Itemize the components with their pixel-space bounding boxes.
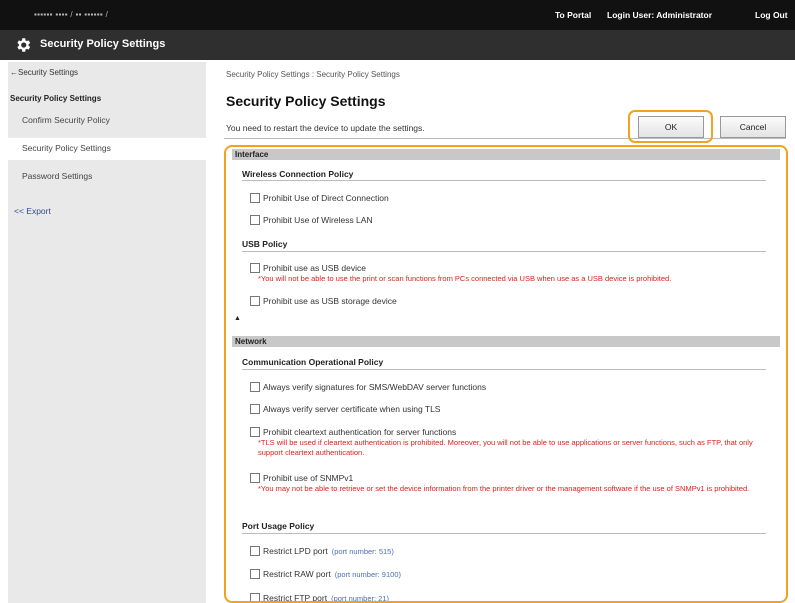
option-restrict-lpd-port[interactable]: Restrict LPD port (port number: 515)	[250, 545, 394, 557]
cancel-button[interactable]: Cancel	[720, 116, 786, 138]
export-link[interactable]: << Export	[14, 206, 51, 216]
divider	[242, 251, 766, 252]
option-prohibit-direct-connection[interactable]: Prohibit Use of Direct Connection	[250, 192, 389, 204]
option-label: Restrict LPD port	[263, 546, 328, 556]
sidebar-item-confirm-security-policy[interactable]: Confirm Security Policy	[8, 110, 206, 132]
lpd-port-number: (port number: 515)	[331, 546, 394, 556]
usb-policy-title: USB Policy	[242, 239, 288, 249]
checkbox[interactable]	[250, 593, 260, 601]
page-title: Security Policy Settings	[226, 93, 386, 109]
communication-policy-title: Communication Operational Policy	[242, 357, 384, 367]
checkbox[interactable]	[250, 404, 260, 414]
section-header-interface: Interface	[232, 149, 780, 160]
option-label: Restrict FTP port	[263, 593, 328, 603]
raw-port-number: (port number: 9100)	[334, 569, 401, 579]
title-bar: Security Policy Settings	[0, 30, 795, 60]
checkbox[interactable]	[250, 215, 260, 225]
sidebar-item-password-settings[interactable]: Password Settings	[8, 166, 206, 188]
checkbox[interactable]	[250, 296, 260, 306]
option-prohibit-usb-storage[interactable]: Prohibit use as USB storage device	[250, 295, 397, 307]
ftp-port-number: (port number: 21)	[331, 593, 390, 603]
to-portal-link[interactable]: To Portal	[555, 10, 591, 20]
checkbox[interactable]	[250, 193, 260, 203]
restart-message: You need to restart the device to update…	[226, 123, 425, 133]
back-to-security-settings-link[interactable]: ←Security Settings	[10, 68, 78, 77]
snmpv1-note: *You may not be able to retrieve or set …	[258, 484, 750, 493]
checkbox[interactable]	[250, 263, 260, 273]
divider	[242, 180, 766, 181]
option-label: Always verify server certificate when us…	[263, 404, 441, 414]
sidebar: ←Security Settings Security Policy Setti…	[8, 62, 206, 603]
checkbox[interactable]	[250, 569, 260, 579]
option-label: Prohibit Use of Wireless LAN	[263, 215, 373, 225]
option-label: Prohibit use as USB storage device	[263, 296, 397, 306]
section-header-network: Network	[232, 336, 780, 347]
divider	[242, 369, 766, 370]
option-prohibit-usb-device[interactable]: Prohibit use as USB device	[250, 262, 366, 274]
main-content: Security Policy Settings : Security Poli…	[206, 62, 795, 603]
breadcrumb: Security Policy Settings : Security Poli…	[226, 70, 400, 79]
cleartext-note: *TLS will be used if cleartext authentic…	[258, 438, 753, 457]
top-bar: ▪▪▪▪▪▪ ▪▪▪▪ / ▪▪ ▪▪▪▪▪▪ / To Portal Logi…	[0, 0, 795, 30]
checkbox[interactable]	[250, 427, 260, 437]
option-label: Prohibit use as USB device	[263, 263, 366, 273]
option-restrict-ftp-port[interactable]: Restrict FTP port (port number: 21)	[250, 592, 390, 603]
port-usage-policy-title: Port Usage Policy	[242, 521, 315, 531]
option-prohibit-snmpv1[interactable]: Prohibit use of SNMPv1	[250, 472, 353, 484]
option-prohibit-wireless-lan[interactable]: Prohibit Use of Wireless LAN	[250, 214, 373, 226]
host-address: ▪▪▪▪▪▪ ▪▪▪▪ / ▪▪ ▪▪▪▪▪▪ /	[34, 10, 109, 19]
sidebar-section-title: Security Policy Settings	[10, 94, 102, 103]
checkbox[interactable]	[250, 546, 260, 556]
gear-icon	[17, 38, 31, 52]
settings-panel: Interface Wireless Connection Policy Pro…	[224, 145, 788, 603]
option-restrict-raw-port[interactable]: Restrict RAW port (port number: 9100)	[250, 568, 401, 580]
option-label: Prohibit Use of Direct Connection	[263, 193, 389, 203]
sidebar-item-security-policy-settings[interactable]: Security Policy Settings	[8, 138, 206, 160]
checkbox[interactable]	[250, 382, 260, 392]
wireless-policy-title: Wireless Connection Policy	[242, 169, 354, 179]
option-label: Prohibit cleartext authentication for se…	[263, 427, 457, 437]
option-prohibit-cleartext-auth[interactable]: Prohibit cleartext authentication for se…	[250, 426, 456, 438]
option-verify-server-certificate[interactable]: Always verify server certificate when us…	[250, 403, 440, 415]
app-title: Security Policy Settings	[40, 38, 166, 50]
option-label: Prohibit use of SNMPv1	[263, 473, 354, 483]
collapse-arrow-icon[interactable]: ▲	[234, 315, 241, 322]
checkbox[interactable]	[250, 473, 260, 483]
log-out-link[interactable]: Log Out	[755, 10, 788, 20]
option-verify-signatures[interactable]: Always verify signatures for SMS/WebDAV …	[250, 381, 486, 393]
option-label: Restrict RAW port	[263, 569, 331, 579]
divider	[242, 533, 766, 534]
login-user-label: Login User: Administrator	[607, 10, 712, 20]
usb-device-note: *You will not be able to use the print o…	[258, 274, 672, 283]
option-label: Always verify signatures for SMS/WebDAV …	[263, 382, 487, 392]
ok-button[interactable]: OK	[638, 116, 704, 138]
